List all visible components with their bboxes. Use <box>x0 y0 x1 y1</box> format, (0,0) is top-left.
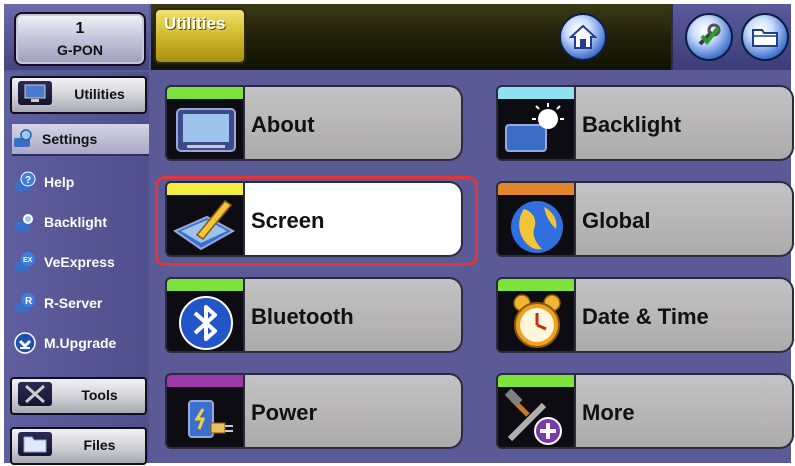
tools-button-label: Tools <box>81 387 118 403</box>
sidebar-item-label: Settings <box>42 131 98 147</box>
selection-highlight <box>155 176 478 266</box>
tile-color-strip <box>498 183 574 195</box>
port-label: G-PON <box>57 42 103 58</box>
utilities-button[interactable]: Utilities <box>10 76 147 114</box>
sidebar-item-help[interactable]: ? Help <box>14 167 149 197</box>
sidebar-item-label: Help <box>44 174 75 190</box>
bluetooth-icon <box>179 296 233 350</box>
folder-icon <box>752 29 778 47</box>
files-button-label: Files <box>83 437 116 453</box>
files-button[interactable]: Files <box>10 427 147 465</box>
tools-plus-icon <box>504 388 562 445</box>
device-icon <box>176 108 236 152</box>
tools-icon <box>18 382 52 406</box>
top-right-panel <box>671 4 791 70</box>
tile-icon-box <box>496 277 576 353</box>
help-icon: ? <box>15 171 36 191</box>
sidebar-item-backlight[interactable]: Backlight <box>14 207 149 237</box>
title-tab: Utilities <box>154 8 246 64</box>
sidebar-item-veexpress[interactable]: EX VeExpress <box>14 247 149 277</box>
tile-icon-box <box>496 85 576 161</box>
alarm-clock-icon <box>513 294 561 348</box>
svg-text:EX: EX <box>23 257 33 264</box>
backlight-icon <box>15 214 33 231</box>
utilities-button-label: Utilities <box>74 86 125 102</box>
sidebar: Utilities Settings ? Help Backlight EX V… <box>4 72 149 465</box>
sidebar-item-label: Backlight <box>44 214 108 230</box>
tile-label: More <box>582 400 635 425</box>
sidebar-item-label: R-Server <box>44 295 103 311</box>
tile-color-strip <box>498 375 574 387</box>
svg-text:?: ? <box>25 175 31 186</box>
home-icon <box>569 24 597 49</box>
backlight-icon <box>505 103 564 152</box>
sidebar-item-r-server[interactable]: R R-Server <box>14 288 149 318</box>
svg-text:R: R <box>25 296 33 307</box>
tile-icon-box <box>496 373 576 449</box>
tile-global[interactable]: Global <box>496 181 794 257</box>
settings-icon <box>14 129 32 147</box>
tile-color-strip <box>167 87 243 99</box>
sidebar-item-m-upgrade[interactable]: M.Upgrade <box>14 328 149 358</box>
port-selector-button[interactable]: 1 G-PON <box>14 12 146 66</box>
files-button-top[interactable] <box>741 13 789 61</box>
tile-icon-box <box>165 373 245 449</box>
tile-label: Global <box>582 208 651 233</box>
sidebar-item-label: M.Upgrade <box>44 335 117 351</box>
sidebar-item-settings[interactable]: Settings <box>12 124 149 156</box>
tile-label: Date & Time <box>582 304 709 329</box>
globe-icon <box>511 201 563 253</box>
tile-icon-box <box>165 85 245 161</box>
tile-label: Power <box>251 400 318 425</box>
app-frame: 1 G-PON Utilities Utilities Settings ? H… <box>4 4 794 465</box>
tile-power[interactable]: Power <box>165 373 463 449</box>
tile-date-time[interactable]: Date & Time <box>496 277 794 353</box>
port-number: 1 <box>75 20 85 37</box>
tile-color-strip <box>167 279 243 291</box>
upgrade-icon <box>14 332 36 354</box>
sidebar-item-label: VeExpress <box>44 254 115 270</box>
tile-bluetooth[interactable]: Bluetooth <box>165 277 463 353</box>
veexpress-icon: EX <box>15 252 35 271</box>
page-title: Utilities <box>164 14 226 33</box>
top-bar: Utilities <box>151 4 791 70</box>
tile-color-strip <box>498 87 574 99</box>
monitor-icon <box>18 81 52 105</box>
tools-check-icon <box>698 23 721 46</box>
tile-backlight[interactable]: Backlight <box>496 85 794 161</box>
tests-button[interactable] <box>685 13 733 61</box>
tile-label: About <box>251 112 315 137</box>
r-server-icon: R <box>15 293 35 312</box>
tile-color-strip <box>498 279 574 291</box>
files-icon <box>18 432 52 456</box>
tile-icon-box <box>496 181 576 257</box>
tile-label: Bluetooth <box>251 304 354 329</box>
tile-label: Backlight <box>582 112 682 137</box>
power-plug-icon <box>188 400 233 438</box>
tools-button[interactable]: Tools <box>10 377 147 415</box>
tile-color-strip <box>167 375 243 387</box>
tile-more[interactable]: More <box>496 373 794 449</box>
tile-icon-box <box>165 277 245 353</box>
port-panel: 1 G-PON <box>4 4 149 70</box>
home-button[interactable] <box>559 13 607 61</box>
tile-about[interactable]: About <box>165 85 463 161</box>
